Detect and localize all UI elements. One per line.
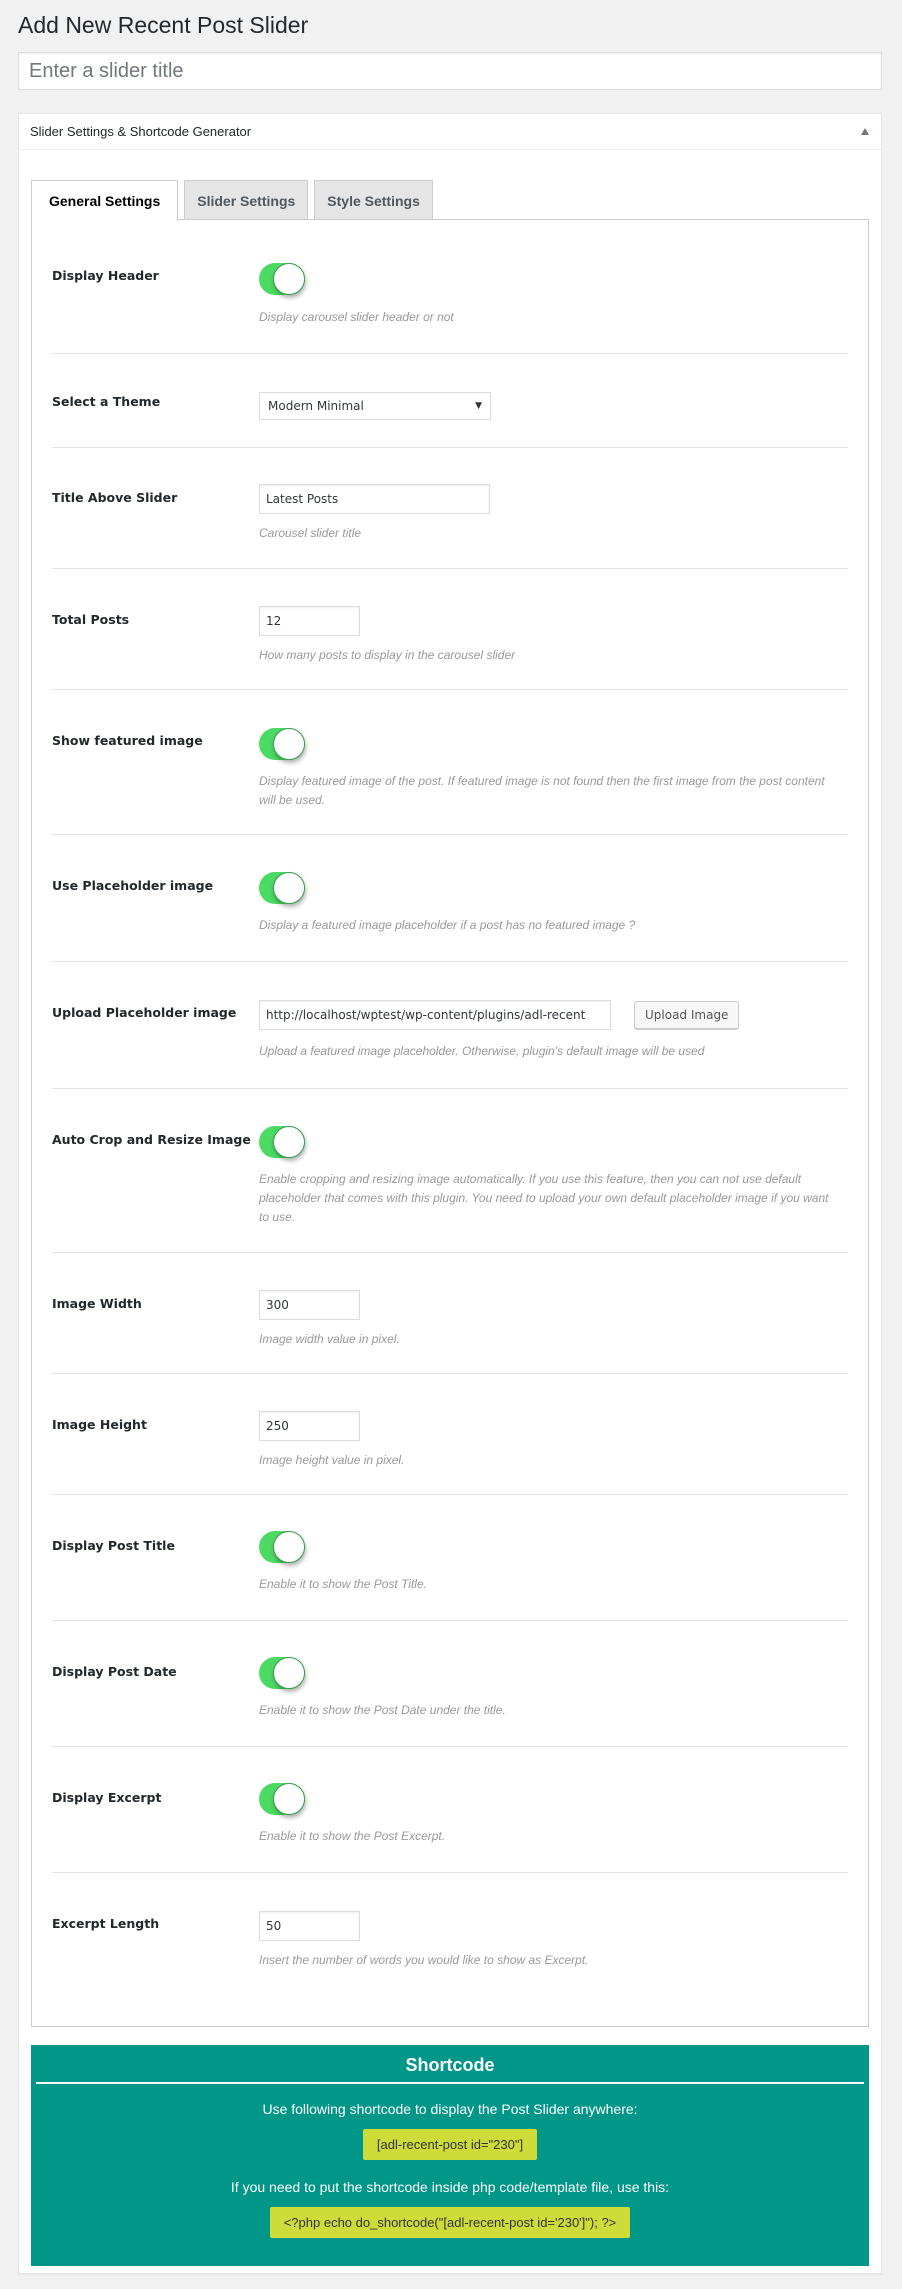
setting-row-image-height: Image Height Image height value in pixel… xyxy=(52,1374,848,1495)
php-shortcode-code[interactable]: <?php echo do_shortcode("[adl-recent-pos… xyxy=(269,2207,631,2238)
tab-slider-settings[interactable]: Slider Settings xyxy=(184,180,309,220)
image-width-input[interactable] xyxy=(259,1290,360,1320)
setting-row-excerpt: Display Excerpt Enable it to show the Po… xyxy=(52,1747,848,1873)
setting-label: Auto Crop and Resize Image xyxy=(52,1132,251,1147)
auto-crop-toggle[interactable] xyxy=(259,1126,305,1158)
setting-row-upload-placeholder: Upload Placeholder image Upload Image Up… xyxy=(52,962,848,1089)
theme-select-value: Modern Minimal xyxy=(268,399,364,413)
setting-label: Display Excerpt xyxy=(52,1790,162,1805)
postbox-title: Slider Settings & Shortcode Generator xyxy=(30,124,252,139)
setting-description: Carousel slider title xyxy=(259,526,362,540)
display-post-date-toggle[interactable] xyxy=(259,1657,305,1689)
shortcode-code[interactable]: [adl-recent-post id="230"] xyxy=(362,2129,538,2160)
php-instruction: If you need to put the shortcode inside … xyxy=(230,2179,670,2195)
toggle-knob xyxy=(273,1531,305,1563)
general-settings-panel: Display Header Display carousel slider h… xyxy=(31,219,869,2027)
setting-description: Enable cropping and resizing image autom… xyxy=(259,1172,829,1224)
setting-label: Excerpt Length xyxy=(52,1916,160,1931)
dropdown-arrow-icon: ▼ xyxy=(475,401,482,411)
setting-row-auto-crop: Auto Crop and Resize Image Enable croppi… xyxy=(52,1089,848,1253)
setting-label: Image Height xyxy=(52,1417,147,1432)
placeholder-url-input[interactable] xyxy=(259,1000,611,1030)
toggle-knob xyxy=(273,1783,305,1815)
toggle-knob xyxy=(273,1657,305,1689)
setting-row-display-header: Display Header Display carousel slider h… xyxy=(52,220,848,354)
postbox-header[interactable]: Slider Settings & Shortcode Generator xyxy=(19,114,881,150)
setting-row-title-above: Title Above Slider Carousel slider title xyxy=(52,448,848,569)
upload-image-button[interactable]: Upload Image xyxy=(634,1001,740,1029)
setting-label: Display Header xyxy=(52,268,159,283)
setting-row-use-placeholder: Use Placeholder image Display a featured… xyxy=(52,835,848,962)
setting-description: Insert the number of words you would lik… xyxy=(259,1953,589,1967)
shortcode-title: Shortcode xyxy=(405,2055,495,2075)
show-featured-image-toggle[interactable] xyxy=(259,728,305,760)
collapse-triangle-icon[interactable] xyxy=(861,128,869,135)
setting-description: Image height value in pixel. xyxy=(259,1453,405,1467)
setting-label: Display Post Date xyxy=(52,1664,177,1679)
divider xyxy=(36,2082,864,2084)
setting-row-image-width: Image Width Image width value in pixel. xyxy=(52,1253,848,1374)
toggle-knob xyxy=(273,872,305,904)
setting-label: Select a Theme xyxy=(52,394,161,409)
setting-description: Display a featured image placeholder if … xyxy=(259,918,636,932)
tab-style-settings[interactable]: Style Settings xyxy=(314,180,433,220)
display-header-toggle[interactable] xyxy=(259,263,305,295)
setting-description: Enable it to show the Post Date under th… xyxy=(259,1703,506,1717)
image-height-input[interactable] xyxy=(259,1411,360,1441)
toggle-knob xyxy=(273,728,305,760)
theme-select[interactable]: Modern Minimal ▼ xyxy=(259,392,491,420)
setting-label: Display Post Title xyxy=(52,1538,175,1553)
slider-title-input[interactable] xyxy=(18,52,882,90)
setting-label: Title Above Slider xyxy=(52,490,178,505)
setting-row-excerpt-length: Excerpt Length Insert the number of word… xyxy=(52,1873,848,2023)
setting-label: Total Posts xyxy=(52,612,130,627)
shortcode-instruction: Use following shortcode to display the P… xyxy=(262,2101,638,2117)
slider-settings-postbox: Slider Settings & Shortcode Generator Ge… xyxy=(18,113,882,2274)
excerpt-length-input[interactable] xyxy=(259,1911,360,1941)
page-title: Add New Recent Post Slider xyxy=(18,12,309,38)
settings-tabs: General Settings Slider Settings Style S… xyxy=(31,180,433,221)
tab-general-settings[interactable]: General Settings xyxy=(31,180,179,221)
setting-label: Use Placeholder image xyxy=(52,878,214,893)
setting-row-post-date: Display Post Date Enable it to show the … xyxy=(52,1621,848,1747)
total-posts-input[interactable] xyxy=(259,606,360,636)
setting-description: Image width value in pixel. xyxy=(259,1332,400,1346)
display-post-title-toggle[interactable] xyxy=(259,1531,305,1563)
setting-description: Display carousel slider header or not xyxy=(259,310,454,324)
setting-description: Upload a featured image placeholder. Oth… xyxy=(259,1044,705,1058)
setting-label: Image Width xyxy=(52,1296,142,1311)
use-placeholder-toggle[interactable] xyxy=(259,872,305,904)
title-above-slider-input[interactable] xyxy=(259,484,490,514)
shortcode-panel: Shortcode Use following shortcode to dis… xyxy=(31,2045,869,2266)
display-excerpt-toggle[interactable] xyxy=(259,1783,305,1815)
setting-description: How many posts to display in the carouse… xyxy=(259,648,516,662)
toggle-knob xyxy=(273,1126,305,1158)
setting-row-total-posts: Total Posts How many posts to display in… xyxy=(52,569,848,690)
toggle-knob xyxy=(273,263,305,295)
setting-row-show-featured: Show featured image Display featured ima… xyxy=(52,690,848,835)
setting-row-post-title: Display Post Title Enable it to show the… xyxy=(52,1495,848,1621)
setting-row-theme: Select a Theme Modern Minimal ▼ xyxy=(52,354,848,448)
setting-description: Enable it to show the Post Excerpt. xyxy=(259,1829,446,1843)
setting-description: Display featured image of the post. If f… xyxy=(259,774,825,807)
setting-label: Upload Placeholder image xyxy=(52,1005,237,1020)
setting-description: Enable it to show the Post Title. xyxy=(259,1577,427,1591)
setting-label: Show featured image xyxy=(52,733,203,748)
